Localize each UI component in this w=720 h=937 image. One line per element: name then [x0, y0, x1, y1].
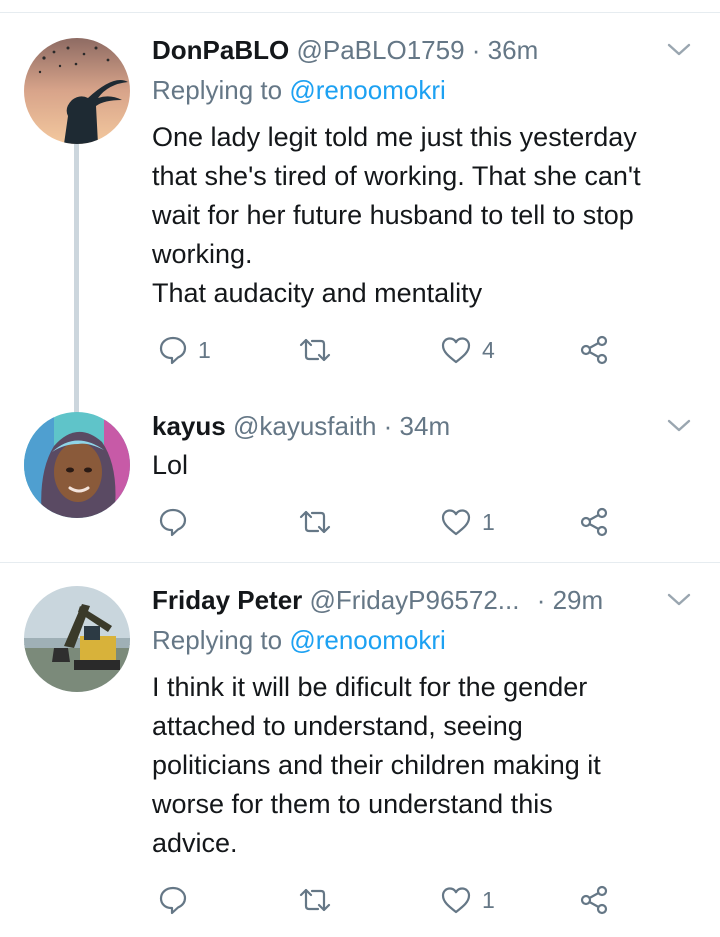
retweet-icon: [299, 338, 331, 362]
share-button[interactable]: [578, 502, 610, 542]
tweet-header: Friday Peter @FridayP96572... · 29m: [152, 584, 603, 616]
timestamp[interactable]: · 34m: [384, 411, 450, 441]
chevron-down-icon[interactable]: [666, 414, 692, 436]
like-count: 1: [482, 886, 495, 913]
replying-to: Replying to @renoomokri: [152, 624, 446, 656]
like-count: 4: [482, 336, 495, 363]
action-bar: 1 4: [152, 330, 632, 370]
replying-label: Replying to: [152, 625, 283, 655]
tweet-text: One lady legit told me just this yesterd…: [152, 122, 641, 308]
avatar[interactable]: [24, 412, 130, 518]
share-button[interactable]: [578, 880, 610, 920]
reply-button[interactable]: [158, 502, 198, 542]
timestamp[interactable]: · 36m: [472, 35, 538, 65]
retweet-icon: [299, 510, 331, 534]
share-button[interactable]: [578, 330, 610, 370]
tweet-header: DonPaBLO @PaBLO1759 · 36m: [152, 34, 538, 66]
retweet-button[interactable]: [298, 330, 342, 370]
like-icon: [441, 337, 471, 364]
share-icon: [580, 885, 608, 915]
replying-to: Replying to @renoomokri: [152, 74, 446, 106]
like-button[interactable]: 1: [440, 880, 495, 920]
action-bar: 1: [152, 880, 632, 920]
thread-line: [74, 140, 79, 440]
replying-label: Replying to: [152, 75, 283, 105]
retweet-icon: [299, 888, 331, 912]
like-button[interactable]: 4: [440, 330, 495, 370]
chevron-down-icon[interactable]: [666, 38, 692, 60]
avatar[interactable]: [24, 38, 130, 144]
user-handle[interactable]: @kayusfaith: [233, 411, 376, 441]
display-name[interactable]: DonPaBLO: [152, 35, 289, 65]
top-divider: [0, 12, 720, 13]
reply-button[interactable]: [158, 880, 198, 920]
avatar[interactable]: [24, 586, 130, 692]
share-icon: [580, 335, 608, 365]
tweet-divider: [0, 562, 720, 563]
user-handle[interactable]: @FridayP96572...: [310, 585, 520, 615]
display-name[interactable]: Friday Peter: [152, 585, 302, 615]
timestamp[interactable]: · 29m: [537, 585, 603, 615]
reply-icon: [159, 508, 187, 537]
like-count: 1: [482, 508, 495, 535]
chevron-down-icon[interactable]: [666, 588, 692, 610]
display-name[interactable]: kayus: [152, 411, 226, 441]
reply-count: 1: [198, 336, 211, 363]
user-handle[interactable]: @PaBLO1759: [296, 35, 464, 65]
replying-to-link[interactable]: @renoomokri: [289, 625, 445, 655]
tweet-text: I think it will be dificult for the gend…: [152, 672, 601, 858]
retweet-button[interactable]: [298, 880, 342, 920]
like-icon: [441, 509, 471, 536]
share-icon: [580, 507, 608, 537]
reply-icon: [159, 336, 187, 365]
tweet-header: kayus @kayusfaith · 34m: [152, 410, 450, 442]
tweet-text: Lol: [152, 450, 189, 480]
reply-icon: [159, 886, 187, 915]
like-button[interactable]: 1: [440, 502, 495, 542]
reply-button[interactable]: 1: [158, 330, 211, 370]
replying-to-link[interactable]: @renoomokri: [289, 75, 445, 105]
like-icon: [441, 887, 471, 914]
retweet-button[interactable]: [298, 502, 342, 542]
action-bar: 1: [152, 502, 632, 542]
